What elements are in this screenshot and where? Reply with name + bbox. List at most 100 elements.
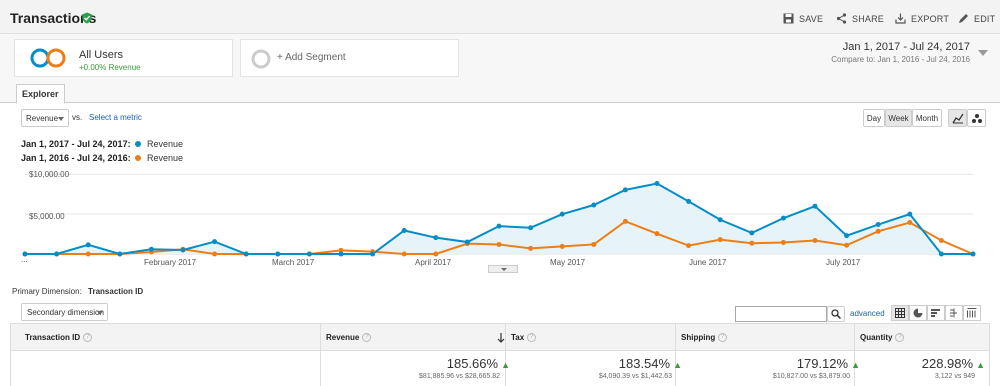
week-button[interactable]: Week: [885, 109, 912, 127]
comparison-view-button[interactable]: [945, 305, 963, 321]
sort-desc-arrow-icon[interactable]: [497, 333, 505, 343]
tab-explorer[interactable]: Explorer: [16, 84, 65, 104]
secondary-dimension-dropdown[interactable]: Secondary dimension: [21, 303, 108, 321]
export-button[interactable]: EXPORT: [895, 13, 949, 24]
help-icon[interactable]: ?: [362, 333, 372, 343]
edit-button[interactable]: EDIT: [958, 13, 995, 24]
day-button[interactable]: Day: [863, 109, 885, 127]
x-tick-label: February 2017: [144, 258, 197, 267]
date-range-picker[interactable]: Jan 1, 2017 - Jul 24, 2017 Compare to: J…: [831, 41, 990, 64]
help-icon[interactable]: ?: [718, 333, 728, 343]
help-icon[interactable]: ?: [527, 333, 537, 343]
data-point-2017: [717, 217, 723, 223]
data-point-2017: [622, 187, 628, 193]
data-point-2016: [875, 228, 881, 234]
share-button[interactable]: SHARE: [836, 13, 884, 24]
save-label: SAVE: [799, 13, 824, 24]
data-point-2016: [559, 243, 565, 249]
data-point-2016: [433, 251, 439, 257]
data-point-2016: [591, 241, 597, 247]
x-tick-label: May 2017: [550, 258, 586, 267]
data-point-2016: [812, 237, 818, 243]
primary-dimension-value[interactable]: Transaction ID: [88, 287, 143, 296]
data-point-2017: [338, 251, 344, 257]
data-point-2017: [275, 251, 281, 257]
data-point-2017: [938, 251, 944, 257]
add-segment-button[interactable]: + Add Segment: [240, 39, 459, 77]
data-point-2017: [907, 211, 913, 217]
data-point-2017: [844, 233, 850, 239]
column-divider: [989, 323, 990, 386]
caret-down-icon: [97, 311, 103, 315]
chart-collapse-handle[interactable]: [488, 265, 518, 273]
data-point-2017: [528, 225, 534, 231]
pie-view-button[interactable]: [909, 305, 927, 321]
comparison-icon: [950, 308, 957, 318]
data-point-2017: [812, 203, 818, 209]
secondary-dimension-label: Secondary dimension: [27, 307, 104, 317]
legend-series-current[interactable]: Revenue: [147, 139, 183, 149]
primary-dimension-label: Primary Dimension:: [12, 287, 82, 296]
save-button[interactable]: SAVE: [783, 13, 823, 24]
data-point-2017: [464, 239, 470, 245]
segment-change: +0.00% Revenue: [79, 63, 141, 72]
primary-dimension: Primary Dimension: Transaction ID: [12, 287, 143, 296]
pivot-icon: [967, 308, 977, 318]
month-button[interactable]: Month: [912, 109, 942, 127]
legend-period-current: Jan 1, 2017 - Jul 24, 2017:: [21, 139, 131, 149]
data-point-2016: [749, 240, 755, 246]
help-icon[interactable]: ?: [895, 333, 905, 343]
x-tick-label: June 2017: [689, 258, 727, 267]
column-header-revenue[interactable]: Revenue?: [326, 333, 372, 343]
data-point-2017: [306, 251, 312, 257]
motion-chart-button[interactable]: [967, 109, 986, 127]
select-metric-link[interactable]: Select a metric: [89, 113, 142, 122]
table-search-input[interactable]: [735, 306, 827, 322]
metric-value: Revenue: [26, 113, 59, 123]
data-point-2016: [686, 243, 692, 249]
data-point-2016: [85, 251, 91, 257]
data-point-2017: [559, 211, 565, 217]
data-point-2017: [54, 251, 60, 257]
column-label: Quantity: [860, 333, 893, 342]
data-point-2017: [401, 228, 407, 233]
column-divider: [505, 323, 506, 386]
data-point-2017: [875, 222, 881, 228]
column-header-tax[interactable]: Tax?: [511, 333, 537, 343]
share-label: SHARE: [852, 13, 885, 24]
help-icon[interactable]: ?: [83, 333, 93, 343]
export-label: EXPORT: [911, 13, 950, 24]
line-chart-icon: [951, 113, 964, 123]
up-arrow-icon: ▲: [673, 360, 682, 370]
column-header-shipping[interactable]: Shipping?: [681, 333, 728, 343]
change-value: 179.12%: [796, 356, 849, 371]
total-quantity-compare: 3,122 vs 949: [934, 373, 975, 380]
caret-down-icon: [58, 117, 64, 121]
grid-icon: [895, 308, 905, 318]
data-point-2016: [401, 251, 407, 257]
data-point-2017: [591, 202, 597, 208]
segment-circles-icon: [30, 48, 66, 68]
data-point-2017: [370, 251, 376, 257]
bar-view-button[interactable]: [927, 305, 945, 321]
column-divider: [10, 323, 11, 386]
segment-all-users[interactable]: All Users +0.00% Revenue: [14, 39, 233, 77]
data-point-2017: [117, 251, 123, 257]
x-tick-label: March 2017: [272, 258, 315, 267]
data-point-2017: [496, 223, 502, 229]
column-divider: [675, 323, 676, 386]
advanced-link[interactable]: advanced: [850, 309, 885, 318]
up-arrow-icon: ▲: [501, 360, 510, 370]
total-tax-compare: $4,090.39 vs $1,442.63: [598, 373, 672, 380]
data-point-2016: [907, 220, 913, 226]
data-point-2016: [528, 245, 534, 251]
change-value: 185.66%: [446, 356, 499, 371]
metric-dropdown[interactable]: Revenue: [21, 109, 69, 127]
pivot-view-button[interactable]: [963, 305, 981, 321]
line-chart-button[interactable]: [948, 109, 967, 127]
search-button[interactable]: [827, 306, 845, 322]
column-header-transaction-id[interactable]: Transaction ID?: [25, 333, 93, 343]
table-view-button[interactable]: [891, 305, 909, 321]
column-header-quantity[interactable]: Quantity?: [860, 333, 905, 343]
row-divider: [10, 350, 990, 351]
